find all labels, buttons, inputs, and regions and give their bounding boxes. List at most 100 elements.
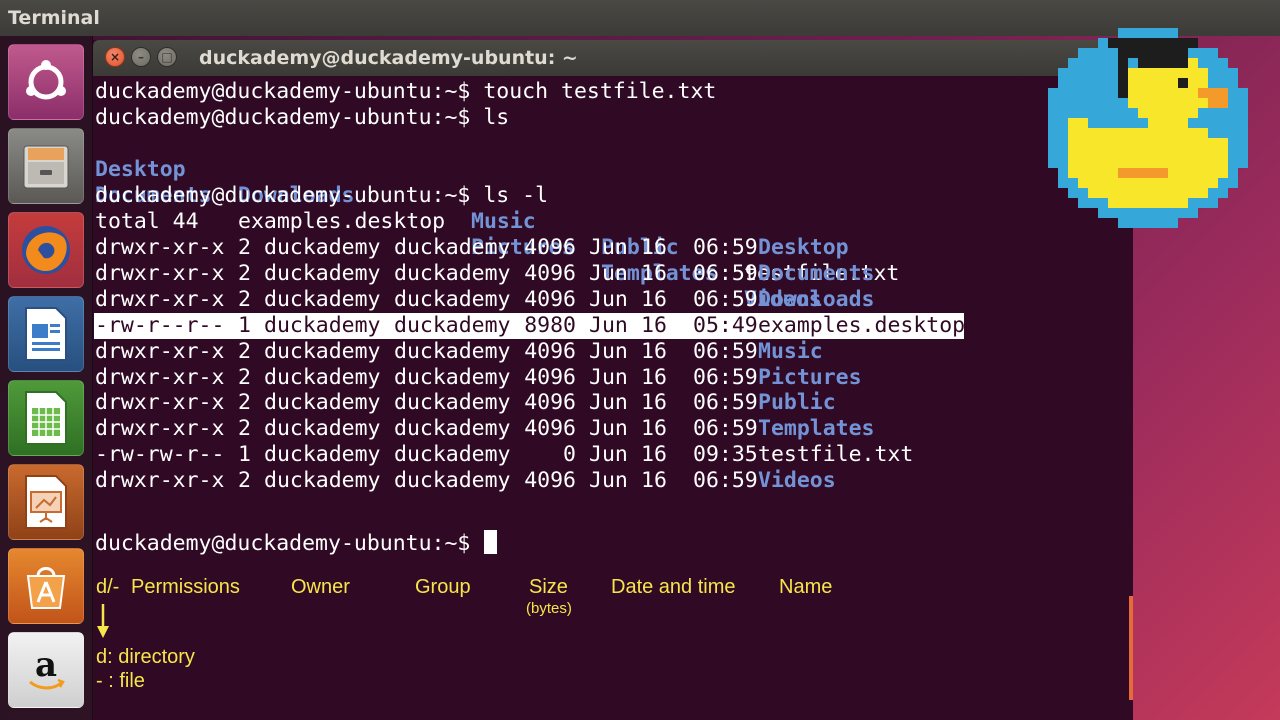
ls-entry: examples.desktop xyxy=(238,209,446,234)
listing-row: drwxr-xr-x 2 duckademy duckademy 4096 Jun 16 06… xyxy=(95,365,995,391)
group: duckademy xyxy=(394,416,511,442)
file-name: Music xyxy=(758,338,823,364)
annotation-group: Group xyxy=(415,576,471,598)
group: duckademy xyxy=(394,286,511,312)
text-cursor xyxy=(484,530,497,554)
annotation-size: Size xyxy=(529,576,568,598)
listing-row: drwxr-xr-x 2 duckademy duckademy 4096 Jun 16 06… xyxy=(95,390,995,416)
group: duckademy xyxy=(394,235,511,260)
window-titlebar[interactable]: × – □ duckademy@duckademy-ubuntu: ~ xyxy=(93,40,1133,76)
ls-entry: Music xyxy=(471,209,536,234)
month: Jun xyxy=(589,468,628,494)
link-count: 1 xyxy=(238,442,251,468)
owner: duckademy xyxy=(264,260,381,286)
owner: duckademy xyxy=(264,235,381,260)
owner: duckademy xyxy=(264,416,381,442)
terminal-window[interactable]: × – □ duckademy@duckademy-ubuntu: ~ duck… xyxy=(93,40,1133,720)
time: 09:35 xyxy=(693,442,758,468)
annotation-owner: Owner xyxy=(291,576,350,598)
minimize-button[interactable]: – xyxy=(131,47,151,67)
group: duckademy xyxy=(394,364,511,390)
files-icon[interactable] xyxy=(8,128,84,204)
group: duckademy xyxy=(394,260,511,286)
permissions: drwxr-xr-x xyxy=(95,338,225,364)
group: duckademy xyxy=(394,312,511,338)
permissions: drwxr-xr-x xyxy=(95,416,225,442)
annotation-size-unit: (bytes) xyxy=(526,600,572,617)
firefox-icon[interactable] xyxy=(8,212,84,288)
file-name: Public xyxy=(758,390,836,416)
listing-row: drwxr-xr-x 2 duckademy duckademy 4096 Jun 16 06… xyxy=(95,287,995,313)
link-count: 1 xyxy=(238,312,251,338)
file-name: Templates xyxy=(758,416,875,442)
month: Jun xyxy=(589,338,628,364)
time: 05:49 xyxy=(693,312,758,338)
legend-directory: d: directory xyxy=(96,646,195,668)
listing-row: drwxr-xr-x 2 duckademy duckademy 4096 Jun 16 06… xyxy=(95,261,995,287)
maximize-button[interactable]: □ xyxy=(157,47,177,67)
calc-icon[interactable] xyxy=(8,380,84,456)
month: Jun xyxy=(589,235,628,260)
group: duckademy xyxy=(394,442,511,468)
link-count: 2 xyxy=(238,286,251,312)
listing-row: drwxr-xr-x 2 duckademy duckademy 4096 Jun 16 06… xyxy=(95,416,995,442)
day: 16 xyxy=(641,442,667,468)
terminal-line: duckademy@duckademy-ubuntu:~$ ls -l xyxy=(95,183,548,209)
month: Jun xyxy=(589,260,628,286)
listing-row: drwxr-xr-x 2 duckademy duckademy 4096 Jun 16 06… xyxy=(95,339,995,365)
file-name: Pictures xyxy=(758,364,862,390)
month: Jun xyxy=(589,286,628,312)
owner: duckademy xyxy=(264,364,381,390)
file-name: Desktop xyxy=(758,235,849,260)
ls-output-row: Documents examples.desktop Pictures Temp… xyxy=(95,157,1095,312)
link-count: 2 xyxy=(238,364,251,390)
writer-icon[interactable] xyxy=(8,296,84,372)
prompt: duckademy@duckademy-ubuntu:~$ xyxy=(95,531,471,556)
permissions: -rw-r--r-- xyxy=(95,312,225,338)
close-button[interactable]: × xyxy=(105,47,125,67)
month: Jun xyxy=(589,390,628,416)
day: 16 xyxy=(641,390,667,416)
day: 16 xyxy=(641,364,667,390)
month: Jun xyxy=(589,442,628,468)
time: 06:59 xyxy=(693,286,758,312)
file-name: testfile.txt xyxy=(758,442,914,468)
permissions: drwxr-xr-x xyxy=(95,235,225,260)
impress-icon[interactable] xyxy=(8,464,84,540)
day: 16 xyxy=(641,260,667,286)
annotation-permissions: Permissions xyxy=(131,576,240,598)
owner: duckademy xyxy=(264,442,381,468)
prompt: duckademy@duckademy-ubuntu:~$ xyxy=(95,79,471,104)
terminal-body[interactable]: duckademy@duckademy-ubuntu:~$ touch test… xyxy=(93,76,1133,720)
annotation-type: d/- xyxy=(96,576,120,598)
file-name: Downloads xyxy=(758,286,875,312)
day: 16 xyxy=(641,416,667,442)
time: 06:59 xyxy=(693,468,758,494)
scrollbar[interactable] xyxy=(1129,596,1133,700)
time: 06:59 xyxy=(693,235,758,260)
link-count: 2 xyxy=(238,416,251,442)
owner: duckademy xyxy=(264,286,381,312)
ls-output-row: Desktop Downloads Music Public testfile.… xyxy=(95,131,1095,286)
month: Jun xyxy=(589,312,628,338)
link-count: 2 xyxy=(238,235,251,260)
file-size: 4096 xyxy=(524,235,576,260)
time: 06:59 xyxy=(693,390,758,416)
owner: duckademy xyxy=(264,390,381,416)
terminal-line: duckademy@duckademy-ubuntu:~$ touch test… xyxy=(95,79,716,105)
ubuntu-dash-icon[interactable] xyxy=(8,44,84,120)
link-count: 2 xyxy=(238,390,251,416)
duck-logo xyxy=(1048,28,1248,228)
software-center-icon[interactable] xyxy=(8,548,84,624)
file-size: 4096 xyxy=(524,364,576,390)
group: duckademy xyxy=(394,338,511,364)
owner: duckademy xyxy=(264,338,381,364)
group: duckademy xyxy=(394,468,511,494)
amazon-icon[interactable]: a xyxy=(8,632,84,708)
command: ls -l xyxy=(483,183,549,208)
owner: duckademy xyxy=(264,312,381,338)
arrow-down-icon xyxy=(97,604,109,638)
svg-text:a: a xyxy=(35,645,57,685)
time: 06:59 xyxy=(693,364,758,390)
file-size: 0 xyxy=(563,442,576,468)
